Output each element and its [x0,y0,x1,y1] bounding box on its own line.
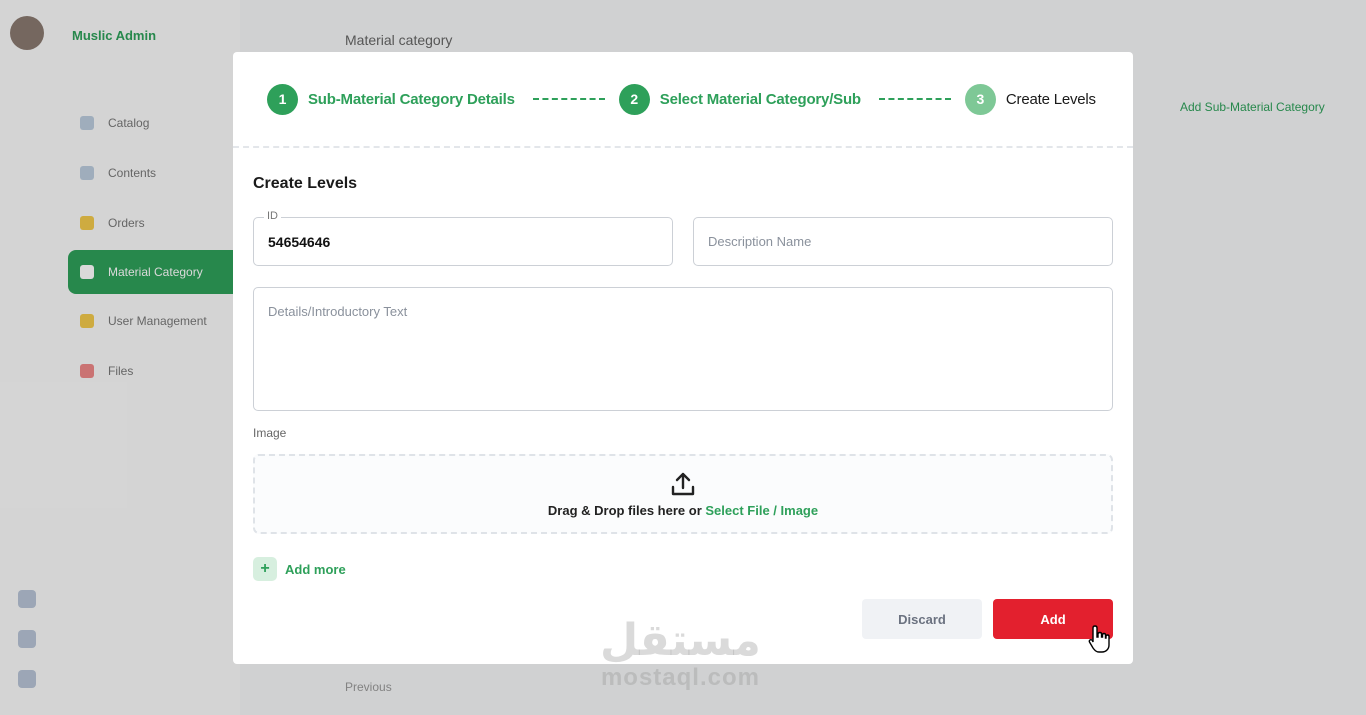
hand-cursor-icon [1088,625,1110,653]
id-value: 54654646 [268,233,331,250]
upload-icon [671,472,695,495]
step-1[interactable]: 1 Sub-Material Category Details [267,83,515,115]
section-title: Create Levels [253,175,358,192]
step-label: Create Levels [1005,90,1096,108]
add-more-button[interactable]: + Add more [253,557,1113,581]
discard-button[interactable]: Discard [862,599,982,639]
fields-row: ID 54654646 Description Name [253,210,1113,266]
description-placeholder: Description Name [708,234,812,249]
step-number: 1 [267,83,298,115]
step-separator [532,98,605,100]
step-number: 2 [618,83,650,115]
step-number: 3 [964,83,996,115]
step-label: Sub-Material Category Details [308,90,515,108]
step-2[interactable]: 2 Select Material Category/Sub [618,83,861,115]
plus-icon: + [253,557,277,581]
dropzone-instruction: Drag & Drop files here or [547,502,702,518]
step-3[interactable]: 3 Create Levels [964,83,1096,115]
image-dropzone[interactable]: Drag & Drop files here or Select File / … [253,454,1113,534]
select-file-link[interactable]: Select File / Image [705,503,818,518]
step-separator [878,98,951,100]
image-label: Image [253,426,287,440]
id-field[interactable]: ID 54654646 [253,210,673,266]
id-label: ID [264,210,281,222]
details-textarea[interactable]: Details/Introductory Text [253,287,1113,411]
add-more-label: Add more [285,561,346,577]
details-placeholder: Details/Introductory Text [268,304,408,319]
step-label: Select Material Category/Sub [659,90,861,108]
dropzone-text: Drag & Drop files here or Select File / … [548,503,818,518]
modal-actions: Discard Add [862,599,1113,639]
form-content: Create Levels ID 54654646 Description Na… [233,175,1133,581]
create-levels-modal: 1 Sub-Material Category Details 2 Select… [233,52,1133,664]
stepper: 1 Sub-Material Category Details 2 Select… [233,52,1133,148]
description-name-field[interactable]: Description Name [693,217,1113,266]
